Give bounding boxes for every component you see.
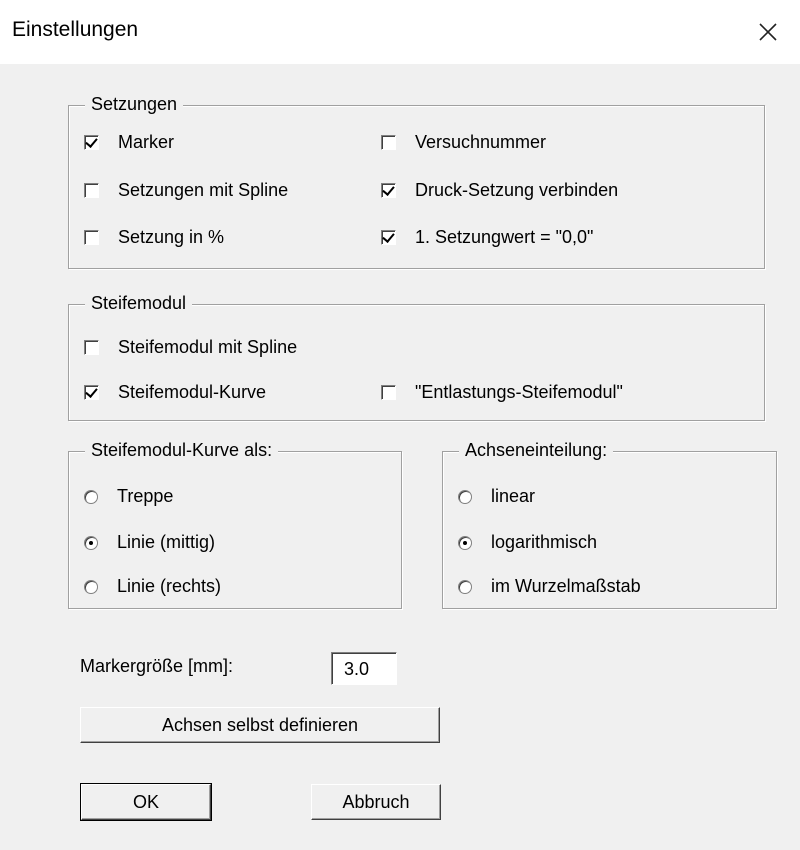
- define-axes-button[interactable]: Achsen selbst definieren: [80, 707, 440, 743]
- versuchnummer-checkbox[interactable]: Versuchnummer: [381, 132, 546, 153]
- steifemodul-kurve-checkbox[interactable]: Steifemodul-Kurve: [84, 382, 266, 403]
- entlastungs-steifemodul-checkbox[interactable]: "Entlastungs-Steifemodul": [381, 382, 623, 403]
- radio-circle[interactable]: [458, 489, 472, 504]
- settings-dialog: Einstellungen Setzungen Marker Versuchnu…: [0, 0, 800, 850]
- setzung-prozent-checkbox[interactable]: Setzung in %: [84, 227, 224, 248]
- steifemodul-spline-checkbox[interactable]: Steifemodul mit Spline: [84, 337, 297, 358]
- checkbox-box[interactable]: [381, 183, 396, 198]
- checkbox-box[interactable]: [381, 385, 396, 400]
- kurve-legend: Steifemodul-Kurve als:: [85, 440, 279, 461]
- radio-label: Linie (mittig): [117, 532, 216, 552]
- checkbox-box[interactable]: [381, 230, 396, 245]
- radio-circle[interactable]: [458, 579, 472, 594]
- checkbox-label: Versuchnummer: [415, 132, 547, 152]
- checkbox-box[interactable]: [381, 135, 396, 150]
- achsen-group: Achseneinteilung: linear logarithmisch i…: [442, 440, 777, 609]
- cancel-button[interactable]: Abbruch: [311, 784, 441, 820]
- marker-size-label: Markergröße [mm]:: [80, 656, 234, 676]
- marker-checkbox[interactable]: Marker: [84, 132, 174, 153]
- steifemodul-legend: Steifemodul: [85, 293, 193, 314]
- kurve-group: Steifemodul-Kurve als: Treppe Linie (mit…: [68, 440, 402, 609]
- checkbox-box[interactable]: [84, 183, 99, 198]
- radio-linie-rechts[interactable]: Linie (rechts): [84, 576, 221, 597]
- radio-circle[interactable]: [84, 489, 98, 504]
- checkbox-label: Steifemodul-Kurve: [118, 382, 267, 402]
- dialog-body: Setzungen Marker Versuchnummer Setzungen…: [10, 64, 800, 850]
- setzungen-spline-checkbox[interactable]: Setzungen mit Spline: [84, 180, 288, 201]
- setzungwert-null-checkbox[interactable]: 1. Setzungwert = "0,0": [381, 227, 593, 248]
- checkbox-box[interactable]: [84, 340, 99, 355]
- close-button[interactable]: [736, 0, 800, 64]
- checkbox-label: Setzungen mit Spline: [118, 180, 289, 200]
- radio-circle[interactable]: [84, 579, 98, 594]
- dialog-title: Einstellungen: [12, 18, 139, 41]
- steifemodul-group: Steifemodul Steifemodul mit Spline Steif…: [68, 293, 765, 421]
- checkbox-label: Druck-Setzung verbinden: [415, 180, 619, 200]
- checkbox-label: 1. Setzungwert = "0,0": [415, 227, 594, 247]
- achsen-legend: Achseneinteilung:: [459, 440, 614, 461]
- checkbox-box[interactable]: [84, 135, 99, 150]
- checkbox-label: Marker: [118, 132, 175, 152]
- checkbox-label: "Entlastungs-Steifemodul": [415, 382, 623, 402]
- radio-label: linear: [491, 486, 536, 506]
- marker-size-input[interactable]: 3.0: [331, 652, 397, 685]
- checkbox-box[interactable]: [84, 385, 99, 400]
- checkbox-box[interactable]: [84, 230, 99, 245]
- radio-wurzelmassstab[interactable]: im Wurzelmaßstab: [458, 576, 641, 597]
- radio-treppe[interactable]: Treppe: [84, 486, 173, 507]
- radio-linie-mittig[interactable]: Linie (mittig): [84, 532, 215, 553]
- setzungen-legend: Setzungen: [85, 94, 184, 115]
- checkbox-label: Setzung in %: [118, 227, 225, 247]
- title-bar: Einstellungen: [0, 0, 800, 64]
- radio-label: im Wurzelmaßstab: [491, 576, 641, 596]
- close-icon: [759, 23, 777, 41]
- radio-circle[interactable]: [458, 535, 472, 550]
- radio-linear[interactable]: linear: [458, 486, 535, 507]
- setzungen-group: Setzungen Marker Versuchnummer Setzungen…: [68, 94, 765, 269]
- checkbox-label: Steifemodul mit Spline: [118, 337, 298, 357]
- radio-label: Linie (rechts): [117, 576, 222, 596]
- druck-setzung-checkbox[interactable]: Druck-Setzung verbinden: [381, 180, 618, 201]
- radio-circle[interactable]: [84, 535, 98, 550]
- radio-label: Treppe: [117, 486, 174, 506]
- radio-logarithmisch[interactable]: logarithmisch: [458, 532, 597, 553]
- radio-label: logarithmisch: [491, 532, 598, 552]
- ok-button[interactable]: OK: [80, 783, 212, 821]
